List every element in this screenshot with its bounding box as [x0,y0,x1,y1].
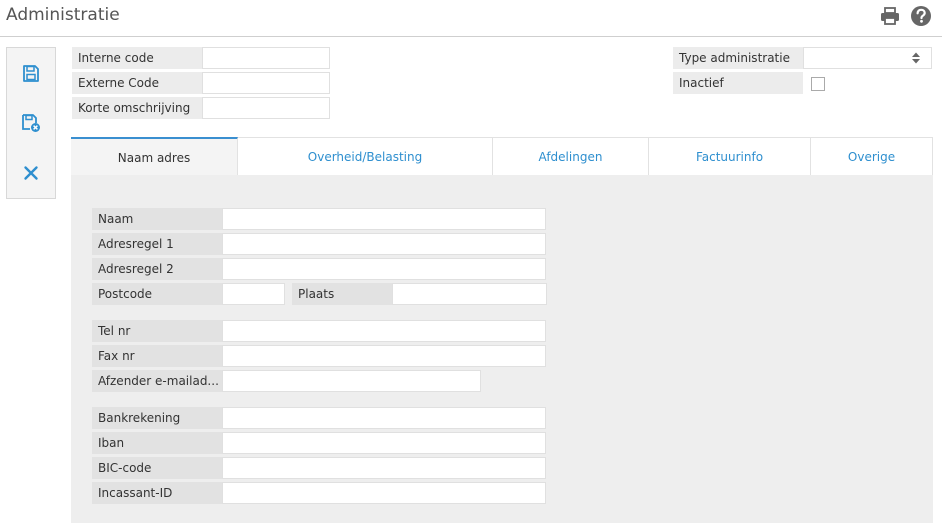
type-administratie-label: Type administratie [673,47,803,69]
bic-code-input[interactable] [222,457,546,479]
postcode-label: Postcode [92,283,222,305]
tab-naam-adres[interactable]: Naam adres [71,137,238,175]
help-icon[interactable] [910,5,932,27]
naam-input[interactable] [222,208,546,230]
interne-code-label: Interne code [72,47,202,69]
korte-omschrijving-label: Korte omschrijving [72,97,202,119]
cancel-button[interactable] [7,153,55,193]
postcode-input[interactable] [222,283,285,305]
save-button[interactable] [7,54,55,94]
tab-overige[interactable]: Overige [811,137,933,175]
close-icon [21,163,41,183]
tel-nr-input[interactable] [222,320,546,342]
externe-code-label: Externe Code [72,72,202,94]
korte-omschrijving-input[interactable] [202,97,330,119]
incassant-id-label: Incassant-ID [92,482,222,504]
header-divider [0,36,942,37]
naam-label: Naam [92,208,222,230]
externe-code-input[interactable] [202,72,330,94]
inactief-label: Inactief [673,72,803,94]
tab-panel-naam-adres: Naam Adresregel 1 Adresregel 2 Postcode … [71,175,933,523]
fax-nr-label: Fax nr [92,345,222,367]
interne-code-input[interactable] [202,47,330,69]
action-toolbar [6,47,56,199]
print-icon[interactable] [879,5,901,27]
save-icon [21,64,41,84]
plaats-label: Plaats [292,283,392,305]
iban-label: Iban [92,432,222,454]
tel-nr-label: Tel nr [92,320,222,342]
save-and-close-button[interactable] [7,103,55,143]
fax-nr-input[interactable] [222,345,546,367]
incassant-id-input[interactable] [222,482,546,504]
tab-bar: Naam adres Overheid/Belasting Afdelingen… [71,137,933,175]
bankrekening-input[interactable] [222,407,546,429]
inactief-checkbox[interactable] [811,77,825,91]
adresregel-1-label: Adresregel 1 [92,233,222,255]
bankrekening-label: Bankrekening [92,407,222,429]
bic-code-label: BIC-code [92,457,222,479]
tab-afdelingen[interactable]: Afdelingen [493,137,649,175]
page-title: Administratie [6,5,120,25]
tab-factuurinfo[interactable]: Factuurinfo [649,137,811,175]
afzender-email-label: Afzender e-mailad... [92,370,222,392]
iban-input[interactable] [222,432,546,454]
sort-arrows-icon[interactable] [906,47,926,69]
tab-overheid-belasting[interactable]: Overheid/Belasting [238,137,493,175]
save-and-close-icon [21,113,41,133]
adresregel-2-input[interactable] [222,258,546,280]
plaats-input[interactable] [392,283,547,305]
adresregel-1-input[interactable] [222,233,546,255]
adresregel-2-label: Adresregel 2 [92,258,222,280]
afzender-email-input[interactable] [222,370,481,392]
